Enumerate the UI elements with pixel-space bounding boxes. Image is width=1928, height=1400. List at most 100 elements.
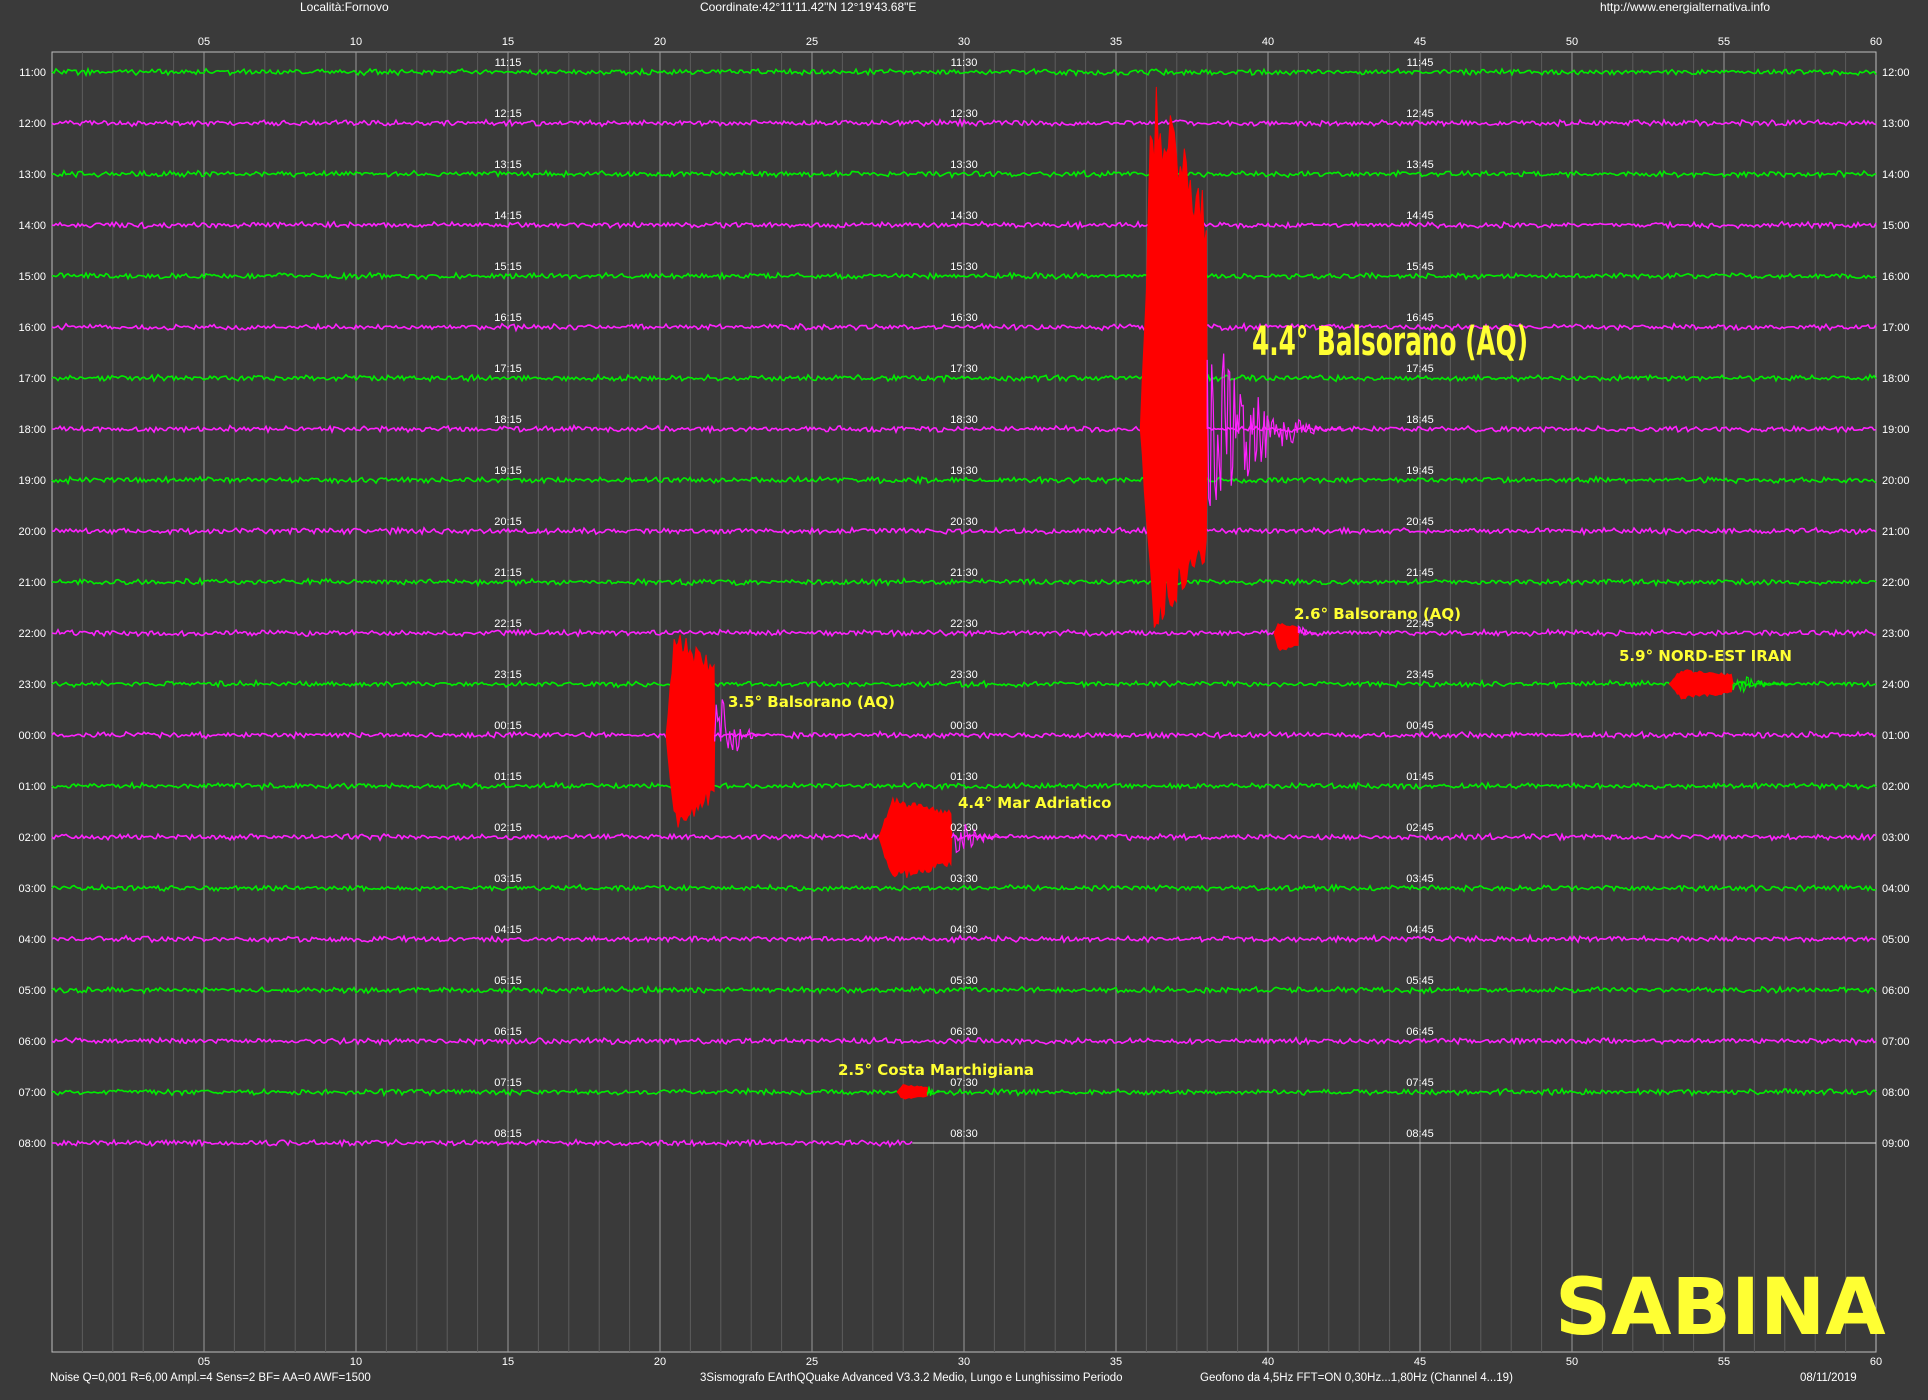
x-tick-label-bottom: 15 [502,1356,514,1368]
row-time-left: 00:00 [18,730,46,742]
row-quarter-label: 21:45 [1406,567,1434,579]
row-quarter-label: 14:30 [950,210,978,222]
x-tick-label-bottom: 25 [806,1356,818,1368]
row-time-left: 20:00 [18,526,46,538]
row-quarter-label: 18:45 [1406,414,1434,426]
row-time-right: 19:00 [1882,424,1910,436]
row-time-left: 23:00 [18,679,46,691]
event-waveform-main [1139,86,1208,628]
row-quarter-label: 11:45 [1407,57,1434,69]
row-time-left: 16:00 [18,322,46,334]
event-waveform-main [878,796,953,879]
row-quarter-label: 21:15 [494,567,522,579]
row-quarter-label: 16:30 [950,312,978,324]
row-time-right: 24:00 [1882,679,1910,691]
row-quarter-label: 22:15 [494,618,522,630]
x-tick-label-top: 40 [1262,36,1274,48]
footer-noise: Noise Q=0,001 R=6,00 Ampl.=4 Sens=2 BF= … [50,1372,371,1384]
x-tick-label-top: 50 [1566,36,1578,48]
row-quarter-label: 12:45 [1406,108,1434,120]
row-time-left: 08:00 [18,1138,46,1150]
row-time-left: 14:00 [18,220,46,232]
row-quarter-label: 16:15 [494,312,522,324]
row-time-right: 23:00 [1882,628,1910,640]
row-time-right: 21:00 [1882,526,1910,538]
footer-sensor: Geofono da 4,5Hz FFT=ON 0,30Hz...1,80Hz … [1200,1372,1513,1384]
row-time-left: 01:00 [18,781,46,793]
x-tick-label-bottom: 50 [1566,1356,1578,1368]
row-quarter-label: 17:15 [494,363,522,375]
row-time-right: 07:00 [1882,1036,1910,1048]
row-time-right: 03:00 [1882,832,1910,844]
row-quarter-label: 20:15 [494,516,522,528]
row-time-right: 01:00 [1882,730,1910,742]
x-tick-label-bottom: 10 [350,1356,362,1368]
row-time-left: 21:00 [18,577,46,589]
row-quarter-label: 11:30 [951,57,978,69]
row-quarter-label: 08:30 [950,1128,978,1140]
row-time-left: 07:00 [18,1087,46,1099]
row-quarter-label: 18:15 [494,414,522,426]
row-quarter-label: 17:45 [1406,363,1434,375]
row-time-left: 05:00 [18,985,46,997]
x-tick-label-top: 55 [1718,36,1730,48]
row-time-left: 06:00 [18,1036,46,1048]
event-label: 4.4° Mar Adriatico [958,794,1111,812]
x-tick-label-bottom: 55 [1718,1356,1730,1368]
row-quarter-label: 01:15 [494,771,522,783]
x-tick-label-top: 30 [958,36,970,48]
row-time-right: 09:00 [1882,1138,1910,1150]
row-time-left: 19:00 [18,475,46,487]
row-time-left: 18:00 [18,424,46,436]
row-time-right: 04:00 [1882,883,1910,895]
row-quarter-label: 07:45 [1406,1077,1434,1089]
row-quarter-label: 02:45 [1406,822,1434,834]
event-waveform-main [896,1084,929,1100]
event-waveforms [665,86,1791,1100]
row-time-right: 15:00 [1882,220,1910,232]
footer-date: 08/11/2019 [1800,1372,1857,1384]
row-quarter-label: 07:15 [494,1077,522,1089]
grid-lines [51,51,1877,1353]
row-quarter-label: 23:45 [1406,669,1434,681]
x-tick-label-bottom: 40 [1262,1356,1274,1368]
row-quarter-label: 14:15 [494,210,522,222]
row-quarter-label: 19:15 [494,465,522,477]
row-time-right: 12:00 [1882,67,1910,79]
row-time-right: 08:00 [1882,1087,1910,1099]
trace-line [52,1138,913,1149]
row-time-right: 13:00 [1882,118,1910,130]
x-tick-label-top: 60 [1870,36,1882,48]
row-quarter-label: 13:45 [1406,159,1434,171]
row-time-left: 17:00 [18,373,46,385]
row-quarter-label: 06:30 [950,1026,978,1038]
row-quarter-label: 11:15 [495,57,522,69]
row-quarter-label: 02:15 [494,822,522,834]
footer-software: 3Sismografo EArthQQuake Advanced V3.3.2 … [700,1372,1123,1384]
row-quarter-label: 18:30 [950,414,978,426]
row-time-left: 02:00 [18,832,46,844]
row-quarter-label: 19:30 [950,465,978,477]
row-quarter-label: 01:30 [950,771,978,783]
row-quarter-label: 17:30 [950,363,978,375]
row-time-right: 06:00 [1882,985,1910,997]
row-quarter-label: 03:30 [950,873,978,885]
event-waveform-main [1273,622,1299,652]
row-time-right: 02:00 [1882,781,1910,793]
row-quarter-label: 04:45 [1406,924,1434,936]
x-tick-label-top: 20 [654,36,666,48]
row-time-left: 03:00 [18,883,46,895]
row-quarter-label: 05:30 [950,975,978,987]
event-waveform-main [665,634,716,828]
row-time-right: 17:00 [1882,322,1910,334]
event-label: 2.6° Balsorano (AQ) [1294,605,1461,623]
row-quarter-label: 22:30 [950,618,978,630]
event-label: 3.5° Balsorano (AQ) [728,693,895,711]
row-quarter-label: 12:30 [950,108,978,120]
row-time-right: 18:00 [1882,373,1910,385]
row-time-right: 22:00 [1882,577,1910,589]
x-tick-label-top: 45 [1414,36,1426,48]
x-tick-label-bottom: 60 [1870,1356,1882,1368]
x-tick-label-bottom: 05 [198,1356,210,1368]
row-quarter-label: 06:45 [1406,1026,1434,1038]
